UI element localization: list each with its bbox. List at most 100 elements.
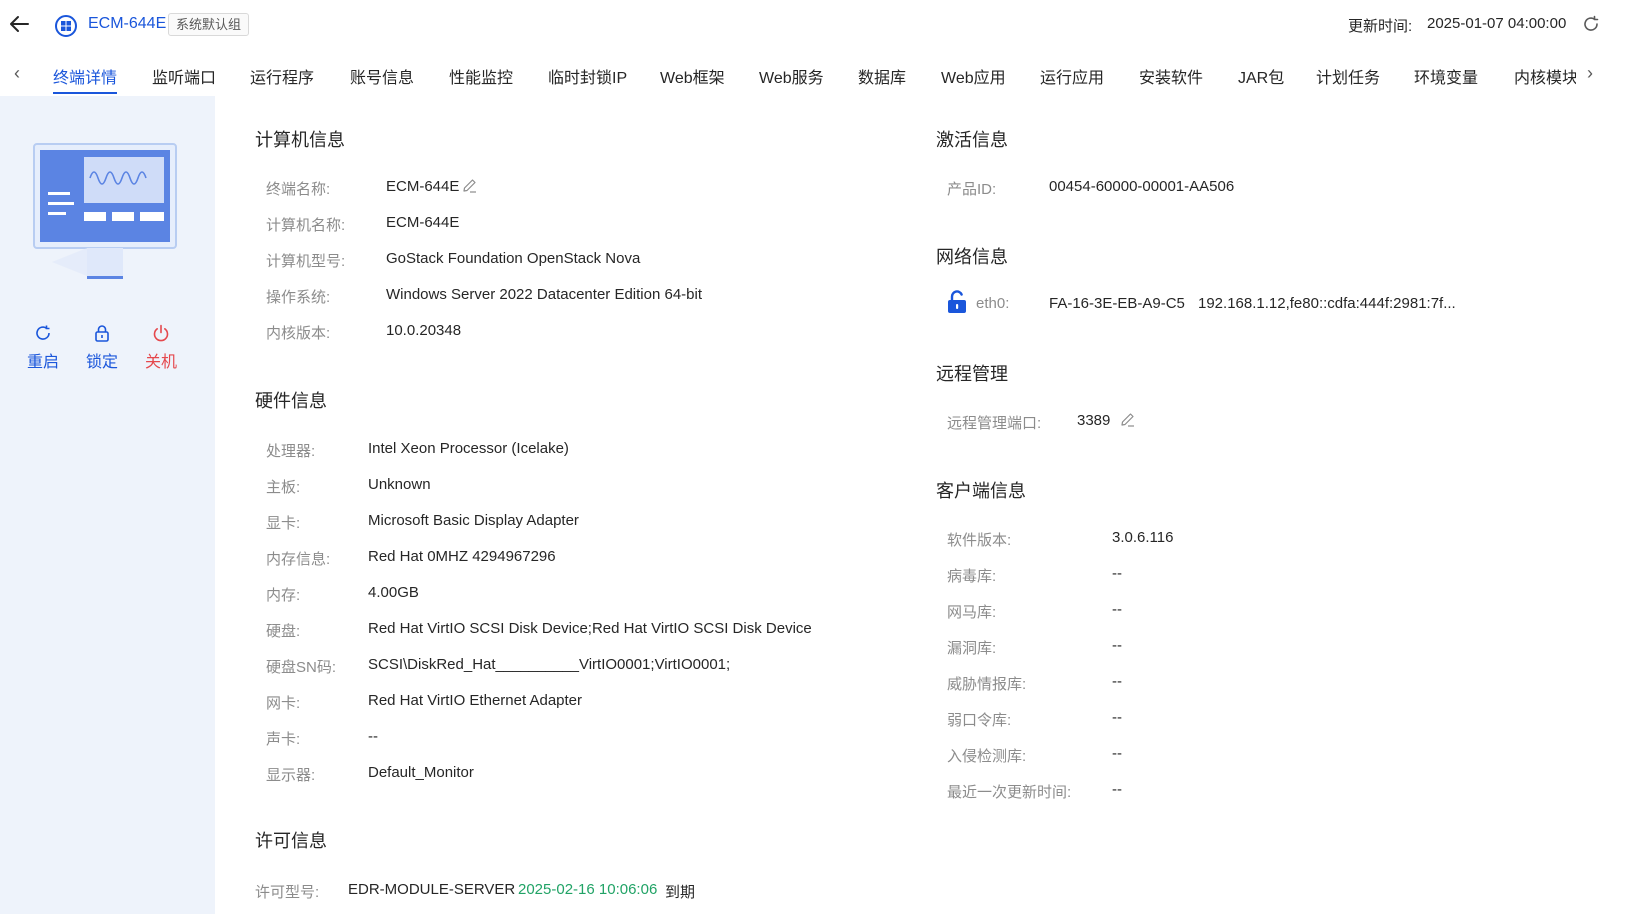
tab-account-info[interactable]: 账号信息 [350,64,414,88]
eth0-mac-value: FA-16-3E-EB-A9-C5 [1049,295,1185,312]
restart-label: 重启 [26,354,59,371]
remote-port-label: 远程管理端口: [947,415,1042,432]
remote-mgmt-title: 远程管理 [936,364,1008,384]
lock-label: 锁定 [85,354,118,371]
tab-running-programs[interactable]: 运行程序 [250,64,314,88]
unlocked-padlock-icon [948,290,966,313]
tab-database[interactable]: 数据库 [858,64,906,88]
memory-info-label: 内存信息: [266,551,331,568]
ids-db-label: 入侵检测库: [947,748,1027,765]
license-expire-suffix: 到期 [665,884,696,901]
power-icon [153,324,169,342]
shutdown-button[interactable]: 关机 [141,324,181,372]
weak-password-db-value: -- [1112,709,1122,726]
disk-sn-label: 硬盘SN码: [266,659,337,676]
computer-model-label: 计算机型号: [266,253,346,270]
windows-icon [55,15,77,37]
os-value: Windows Server 2022 Datacenter Edition 6… [386,286,702,303]
vuln-db-value: -- [1112,637,1122,654]
tab-jar-packages[interactable]: JAR包 [1238,64,1284,88]
sound-card-value: -- [368,728,378,745]
refresh-icon[interactable] [1582,15,1600,33]
virus-db-value: -- [1112,565,1122,582]
nic-label: 网卡: [266,695,301,712]
ids-db-value: -- [1112,745,1122,762]
weak-password-db-label: 弱口令库: [947,712,1012,729]
memory-value: 4.00GB [368,584,419,601]
tab-running-apps[interactable]: 运行应用 [1040,64,1104,88]
activation-info-title: 激活信息 [936,130,1008,150]
endpoint-name-label: 终端名称: [266,181,331,198]
lock-icon [95,325,109,342]
tab-web-app[interactable]: Web应用 [941,64,1006,88]
webshell-db-value: -- [1112,601,1122,618]
threat-intel-db-label: 威胁情报库: [947,676,1027,693]
computer-info-title: 计算机信息 [255,130,345,150]
tab-temp-block-ip[interactable]: 临时封锁IP [548,64,627,88]
page-header: ECM-644E 系统默认组 更新时间: 2025-01-07 04:00:00 [0,0,1629,50]
active-tab-indicator [53,92,117,94]
tab-web-service[interactable]: Web服务 [759,64,824,88]
lock-button[interactable]: 锁定 [82,324,122,372]
endpoint-name-value: ECM-644E [386,178,460,195]
edit-remote-port-icon[interactable] [1120,412,1135,427]
hardware-info-title: 硬件信息 [255,391,327,411]
edit-endpoint-name-icon[interactable] [462,178,477,193]
motherboard-label: 主板: [266,479,301,496]
endpoint-name: ECM-644E [88,15,167,32]
tab-scroll-right-icon[interactable]: › [1580,63,1600,83]
memory-label: 内存: [266,587,301,604]
disk-value: Red Hat VirtIO SCSI Disk Device;Red Hat … [368,620,812,637]
network-info-title: 网络信息 [936,247,1008,267]
software-version-value: 3.0.6.116 [1112,529,1174,546]
license-expire-date: 2025-02-16 10:06:06 [518,881,658,898]
tab-installed-software[interactable]: 安装软件 [1139,64,1203,88]
vuln-db-label: 漏洞库: [947,640,997,657]
last-update-label: 最近一次更新时间: [947,784,1072,801]
tab-kernel-modules[interactable]: 内核模块 [1514,64,1576,88]
disk-sn-value: SCSI\DiskRed_Hat__________VirtIO0001;Vir… [368,656,731,673]
computer-name-value: ECM-644E [386,214,460,231]
license-model-label: 许可型号: [255,884,320,901]
restart-icon [36,325,50,340]
nic-value: Red Hat VirtIO Ethernet Adapter [368,692,583,709]
tab-env-variables[interactable]: 环境变量 [1414,64,1478,88]
monitor-label: 显示器: [266,767,316,784]
gpu-value: Microsoft Basic Display Adapter [368,512,579,529]
cpu-value: Intel Xeon Processor (Icelake) [368,440,569,457]
tab-scroll-left-icon[interactable]: ‹ [7,63,27,83]
monitor-value: Default_Monitor [368,764,474,781]
motherboard-value: Unknown [368,476,431,493]
remote-port-value: 3389 [1077,412,1111,429]
computer-model-value: GoStack Foundation OpenStack Nova [386,250,641,267]
virus-db-label: 病毒库: [947,568,997,585]
client-info-title: 客户端信息 [936,481,1026,501]
tab-bar: ‹ 终端详情 监听端口 运行程序 账号信息 性能监控 临时封锁IP Web框架 … [0,52,1629,96]
tab-endpoint-details[interactable]: 终端详情 [53,64,117,88]
license-info-title: 许可信息 [255,831,327,851]
threat-intel-db-value: -- [1112,673,1122,690]
tab-listening-ports[interactable]: 监听端口 [152,64,216,88]
memory-info-value: Red Hat 0MHZ 4294967296 [368,548,556,565]
tab-performance[interactable]: 性能监控 [449,64,513,88]
product-id-label: 产品ID: [947,181,997,198]
software-version-label: 软件版本: [947,532,1012,549]
group-tag: 系统默认组 [168,13,250,36]
computer-monitor-illustration [33,143,177,279]
kernel-version-label: 内核版本: [266,325,331,342]
tab-scheduled-tasks[interactable]: 计划任务 [1316,64,1380,88]
os-label: 操作系统: [266,289,331,306]
back-arrow-icon[interactable] [8,13,30,35]
license-model-value: EDR-MODULE-SERVER [348,881,516,898]
update-time-label: 更新时间: [1348,18,1413,35]
computer-name-label: 计算机名称: [266,217,346,234]
webshell-db-label: 网马库: [947,604,997,621]
restart-button[interactable]: 重启 [23,324,63,372]
eth0-label: eth0: [976,295,1010,312]
last-update-value: -- [1112,781,1122,798]
tab-web-framework[interactable]: Web框架 [660,64,725,88]
product-id-value: 00454-60000-00001-AA506 [1049,178,1235,195]
disk-label: 硬盘: [266,623,301,640]
cpu-label: 处理器: [266,443,316,460]
kernel-version-value: 10.0.20348 [386,322,462,339]
